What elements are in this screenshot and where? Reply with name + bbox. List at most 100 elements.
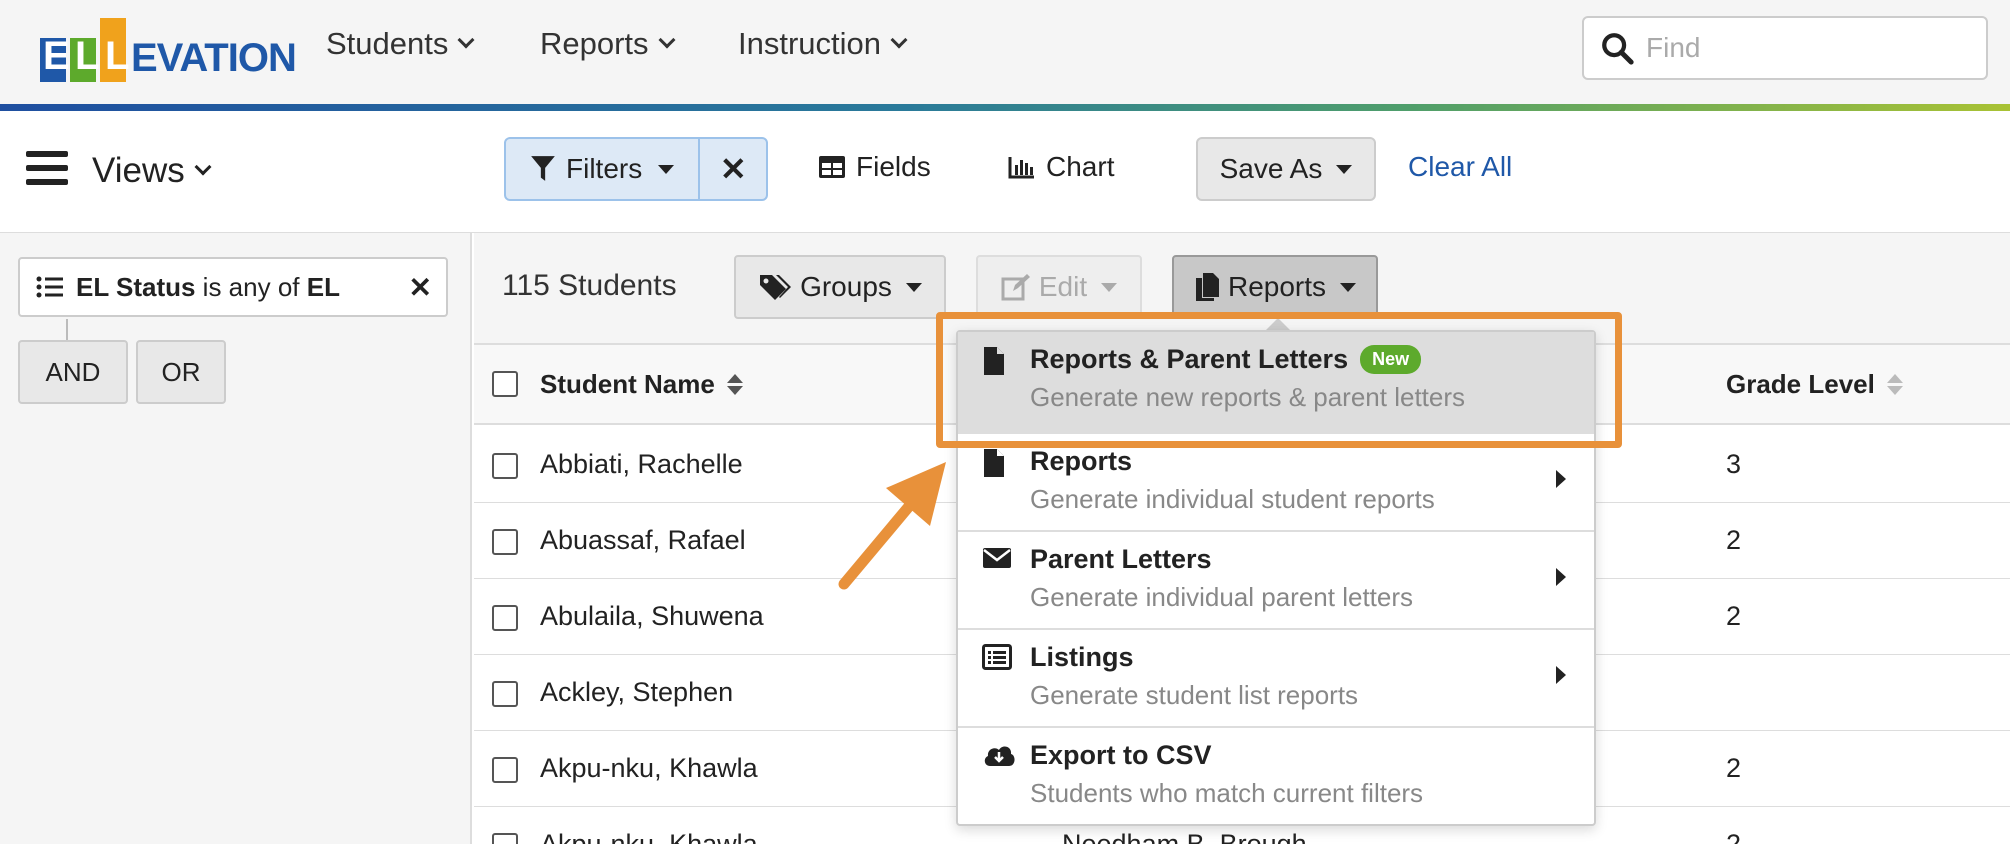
row-checkbox[interactable]	[492, 681, 518, 707]
menu-item-parent-letters[interactable]: Parent Letters Generate individual paren…	[958, 532, 1594, 630]
clear-filters-button[interactable]: ✕	[700, 139, 766, 199]
list-alt-icon	[982, 644, 1012, 670]
close-icon: ✕	[719, 151, 747, 187]
student-name[interactable]: Akpu-nku, Khawla	[540, 753, 758, 784]
nav-students-label: Students	[326, 26, 449, 61]
menu-item-subtitle: Generate individual student reports	[1030, 484, 1435, 514]
nav-students[interactable]: Students	[326, 26, 475, 62]
menu-item-listings[interactable]: Listings Generate student list reports	[958, 630, 1594, 728]
tags-icon	[760, 275, 792, 300]
edit-label: Edit	[1038, 271, 1088, 302]
grade-level: 3	[1726, 449, 1742, 479]
row-checkbox[interactable]	[492, 833, 518, 844]
menu-item-export-csv[interactable]: Export to CSV Students who match current…	[958, 728, 1594, 824]
edit-icon	[1001, 274, 1030, 301]
views-dropdown[interactable]: Views	[92, 151, 212, 191]
filter-chip-el-status[interactable]: EL Status is any of EL ✕	[18, 257, 448, 317]
submenu-arrow-icon	[1556, 666, 1566, 684]
fields-button[interactable]: Fields	[818, 151, 931, 183]
edit-button[interactable]: Edit	[976, 255, 1142, 319]
filter-value: EL	[306, 271, 340, 302]
logo-letter-2: L	[75, 34, 100, 78]
envelope-icon	[983, 548, 1011, 568]
row-checkbox[interactable]	[492, 529, 518, 555]
sort-icon	[1886, 374, 1903, 395]
or-button[interactable]: OR	[136, 340, 226, 404]
grade-level: 2	[1726, 525, 1742, 555]
column-grade-level[interactable]: Grade Level	[1726, 369, 1903, 400]
logo-letter-1: E	[43, 34, 70, 78]
student-name[interactable]: Abuassaf, Rafael	[540, 525, 746, 556]
hamburger-menu-icon[interactable]	[26, 151, 68, 193]
cloud-download-icon	[984, 746, 1015, 766]
student-name[interactable]: Ackley, Stephen	[540, 677, 733, 708]
column-grade-level-label: Grade Level	[1726, 369, 1875, 399]
grade-level: 2	[1726, 753, 1742, 783]
search-box[interactable]	[1582, 16, 1988, 80]
menu-item-subtitle: Students who match current filters	[1030, 778, 1424, 808]
save-as-button[interactable]: Save As	[1196, 137, 1376, 201]
views-label: Views	[92, 151, 185, 190]
grade-level: 2	[1726, 601, 1742, 631]
chevron-down-icon	[658, 31, 676, 49]
chart-button[interactable]: Chart	[1008, 151, 1114, 183]
filters-button-group: Filters ✕	[504, 137, 769, 201]
list-icon	[36, 276, 63, 298]
sort-icon	[726, 374, 743, 395]
views-toolbar: Views Filters ✕ Fields Chart Save As Cle…	[0, 111, 2010, 233]
menu-item-title: Listings	[1030, 642, 1134, 672]
student-name[interactable]: Abulaila, Shuwena	[540, 601, 764, 632]
row-checkbox[interactable]	[492, 757, 518, 783]
row-checkbox[interactable]	[492, 605, 518, 631]
chevron-down-icon	[890, 31, 908, 49]
logo-letter-3: L	[105, 34, 130, 78]
caret-down-icon	[1336, 164, 1353, 174]
submenu-arrow-icon	[1556, 470, 1566, 488]
caret-down-icon	[905, 282, 922, 292]
clear-all-link[interactable]: Clear All	[1408, 151, 1512, 183]
table-icon	[819, 156, 845, 178]
student-name[interactable]: Akpu-nku, Khawla	[540, 829, 758, 844]
menu-item-subtitle: Generate student list reports	[1030, 680, 1359, 710]
fields-label: Fields	[856, 151, 931, 182]
chart-label: Chart	[1046, 151, 1115, 182]
reports-button[interactable]: Reports	[1172, 255, 1378, 319]
and-button[interactable]: AND	[18, 340, 128, 404]
menu-item-reports[interactable]: Reports Generate individual student repo…	[958, 434, 1594, 532]
chevron-down-icon	[194, 158, 212, 176]
nav-reports[interactable]: Reports	[540, 26, 676, 62]
top-nav-bar: E L L EVATION Students Reports Instructi…	[0, 0, 2010, 104]
column-student-name[interactable]: Student Name	[540, 369, 743, 400]
menu-item-subtitle: Generate individual parent letters	[1030, 582, 1414, 612]
grade-level: 2	[1726, 829, 1742, 844]
reports-button-label: Reports	[1227, 271, 1327, 302]
pointer-arrow	[838, 462, 946, 590]
groups-button[interactable]: Groups	[734, 255, 946, 319]
search-input[interactable]	[1646, 32, 1966, 64]
student-name[interactable]: Abbiati, Rachelle	[540, 449, 743, 480]
row-checkbox[interactable]	[492, 453, 518, 479]
nav-reports-label: Reports	[540, 26, 649, 61]
logo-wordmark: EVATION	[131, 36, 297, 80]
menu-item-title: Export to CSV	[1030, 740, 1212, 770]
select-all-checkbox[interactable]	[492, 371, 518, 397]
chevron-down-icon	[457, 31, 475, 49]
student-count: 115 Students	[502, 269, 677, 302]
menu-item-title: Reports	[1030, 446, 1133, 476]
nav-instruction-label: Instruction	[738, 26, 882, 61]
filter-icon	[531, 156, 555, 181]
bar-chart-icon	[1008, 157, 1034, 179]
nav-instruction[interactable]: Instruction	[738, 26, 908, 62]
caret-down-icon	[1340, 282, 1357, 292]
school-name: Needham B. Brough	[1062, 829, 1307, 844]
ellevation-logo[interactable]: E L L EVATION	[40, 10, 297, 88]
column-student-name-label: Student Name	[540, 369, 715, 399]
caret-down-icon	[658, 164, 675, 174]
filters-button[interactable]: Filters	[506, 139, 701, 199]
file-icon	[984, 449, 1004, 477]
filters-label: Filters	[566, 153, 643, 184]
groups-label: Groups	[800, 271, 892, 302]
submenu-arrow-icon	[1556, 568, 1566, 586]
remove-filter-icon[interactable]: ✕	[409, 271, 432, 304]
copy-files-icon	[1195, 273, 1219, 301]
